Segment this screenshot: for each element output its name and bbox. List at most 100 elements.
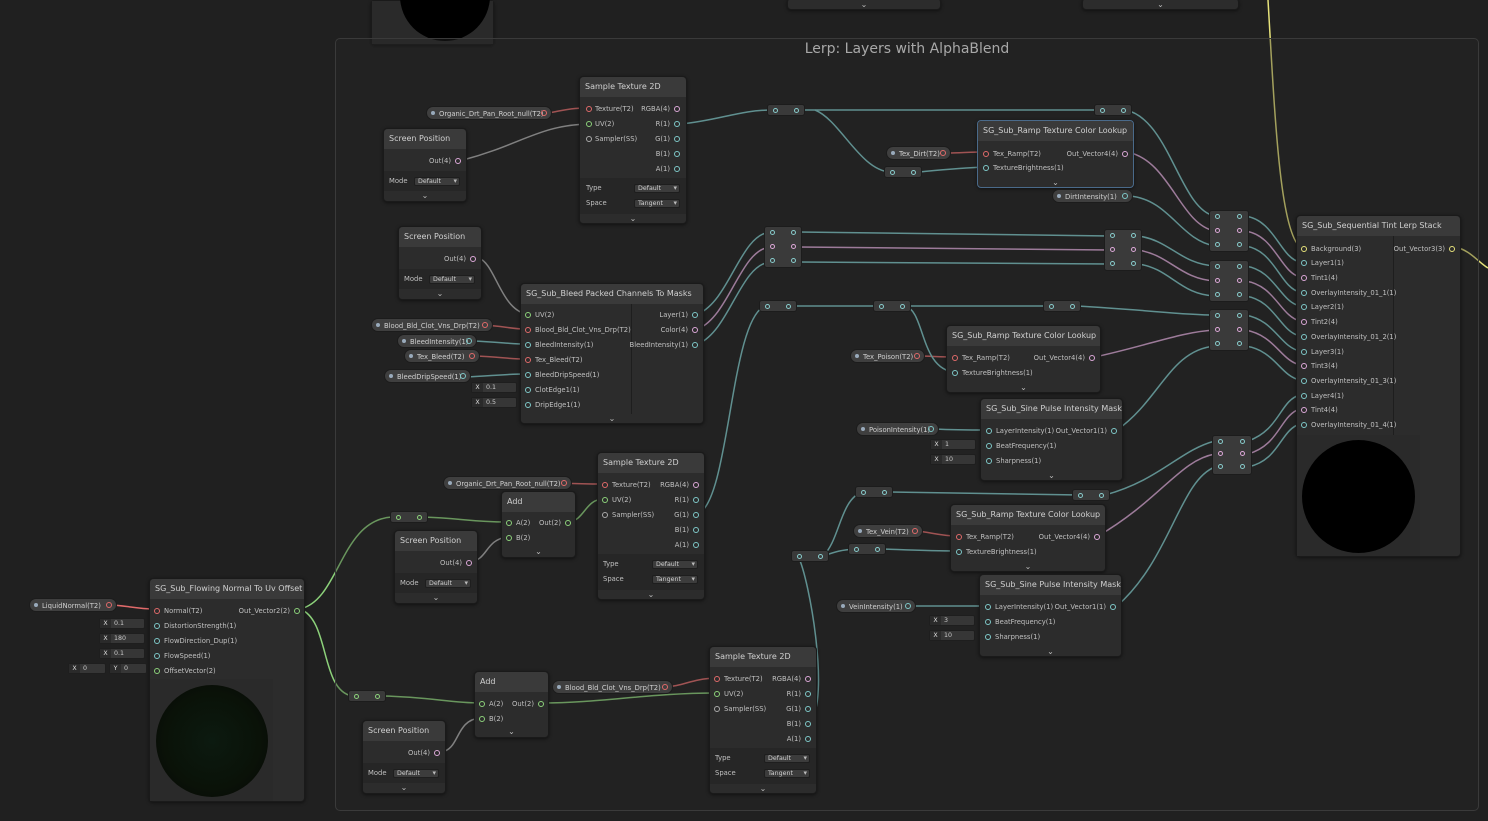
chevron-down-icon[interactable]: ⌄ (981, 471, 1122, 481)
flowing-normal-to-uv-offset-node[interactable]: SG_Sub_Flowing Normal To Uv Offset Norma… (149, 578, 305, 802)
output-port-out-vector3[interactable]: Out_Vector3(3) (1394, 243, 1455, 255)
input-port-a[interactable]: A(2) (479, 698, 503, 710)
chevron-down-icon[interactable]: ⌄ (710, 784, 816, 794)
input-port-sampler[interactable]: Sampler(SS) (602, 509, 654, 521)
property-bleed-drip-speed[interactable]: BleedDripSpeed(1) (384, 369, 471, 383)
input-port-bleed-drip-speed[interactable]: BleedDripSpeed(1) (525, 369, 599, 381)
reroute-node[interactable] (1094, 104, 1132, 116)
ramp-texture-color-lookup-node-2[interactable]: SG_Sub_Ramp Texture Color Lookup Tex_Ram… (946, 325, 1101, 393)
input-port-background[interactable]: Background(3) (1301, 243, 1361, 255)
property-tex-dirt[interactable]: Tex_Dirt(T2) (886, 146, 951, 160)
output-port-b[interactable]: B(1) (675, 524, 699, 536)
input-port-tint4[interactable]: Tint4(4) (1301, 404, 1338, 416)
input-port-bleed-intensity[interactable]: BleedIntensity(1) (525, 339, 593, 351)
input-port-texture[interactable]: Texture(T2) (602, 479, 651, 491)
reroute-node[interactable] (1209, 210, 1249, 252)
input-port-beat-frequency[interactable]: BeatFrequency(1) (985, 616, 1055, 628)
input-port-uv[interactable]: UV(2) (714, 688, 743, 700)
input-port-overlay2[interactable]: OverlayIntensity_01_2(1) (1301, 331, 1396, 343)
input-port-texture[interactable]: Texture(T2) (714, 673, 763, 685)
chevron-down-icon[interactable]: ⌄ (1083, 0, 1238, 10)
input-port-overlay3[interactable]: OverlayIntensity_01_3(1) (1301, 375, 1396, 387)
output-port-out[interactable]: Out(4) (444, 253, 476, 265)
space-dropdown[interactable]: Tangent (764, 769, 810, 778)
property-blood-1[interactable]: Blood_Bld_Clot_Vns_Drp(T2) (371, 318, 493, 332)
input-port-normal[interactable]: Normal(T2) (154, 605, 202, 617)
reroute-node[interactable] (1043, 300, 1081, 312)
output-port-r[interactable]: R(1) (656, 118, 680, 130)
input-port-flow-speed[interactable]: FlowSpeed(1) (154, 650, 210, 662)
input-port-tex-ramp[interactable]: Tex_Ramp(T2) (956, 531, 1014, 543)
chevron-down-icon[interactable]: ⌄ (475, 727, 548, 737)
output-port-b[interactable]: B(1) (656, 148, 680, 160)
mode-dropdown[interactable]: Default (429, 275, 475, 284)
output-port-color[interactable]: Color(4) (661, 324, 698, 336)
type-dropdown[interactable]: Default (764, 754, 810, 763)
input-port-texture-brightness[interactable]: TextureBrightness(1) (983, 162, 1064, 174)
offset-vector-y-field[interactable]: Y0 (109, 663, 147, 674)
chevron-down-icon[interactable]: ⌄ (502, 547, 575, 557)
reroute-node[interactable] (764, 226, 802, 268)
output-port-g[interactable]: G(1) (786, 703, 811, 715)
bleed-packed-channels-node[interactable]: SG_Sub_Bleed Packed Channels To Masks UV… (520, 283, 704, 424)
property-bleed-intensity[interactable]: BleedIntensity(1) (397, 334, 477, 348)
chevron-down-icon[interactable]: ⌄ (980, 647, 1121, 657)
input-port-clot-edge[interactable]: ClotEdge1(1) (525, 384, 580, 396)
output-port-g[interactable]: G(1) (655, 133, 680, 145)
property-organic-2[interactable]: Organic_Drt_Pan_Root_null(T2) (443, 476, 572, 490)
output-port-rgba[interactable]: RGBA(4) (772, 673, 811, 685)
chevron-down-icon[interactable]: ⌄ (384, 191, 466, 201)
input-port-texture-brightness[interactable]: TextureBrightness(1) (956, 546, 1037, 558)
property-liquid-normal[interactable]: LiquidNormal(T2) (29, 598, 117, 612)
screen-position-node-4[interactable]: Screen Position Out(4) Mode Default ⌄ (362, 720, 446, 794)
input-port-blood-texture[interactable]: Blood_Bld_Clot_Vns_Drp(T2) (525, 324, 631, 336)
input-port-layer2[interactable]: Layer2(1) (1301, 301, 1344, 313)
output-port-g[interactable]: G(1) (674, 509, 699, 521)
reroute-node[interactable] (884, 166, 922, 178)
mode-dropdown[interactable]: Default (393, 769, 439, 778)
input-port-texture-brightness[interactable]: TextureBrightness(1) (952, 367, 1033, 379)
reroute-node[interactable] (1072, 489, 1110, 501)
chevron-down-icon[interactable]: ⌄ (395, 593, 477, 603)
chevron-down-icon[interactable]: ⌄ (363, 783, 445, 793)
reroute-node[interactable] (759, 300, 797, 312)
beat-frequency-field-1[interactable]: X1 (930, 439, 976, 450)
output-port-out-vector1[interactable]: Out_Vector1(1) (1055, 601, 1116, 613)
screen-position-node-3[interactable]: Screen Position Out(4) Mode Default ⌄ (394, 530, 478, 604)
input-port-uv[interactable]: UV(2) (525, 309, 554, 321)
offscreen-node-top-mid[interactable]: ⌄ (787, 0, 941, 10)
input-port-tint1[interactable]: Tint1(4) (1301, 272, 1338, 284)
input-port-a[interactable]: A(2) (506, 517, 530, 529)
input-port-uv[interactable]: UV(2) (586, 118, 614, 130)
input-port-sampler[interactable]: Sampler(SS) (586, 133, 637, 145)
output-port-rgba[interactable]: RGBA(4) (641, 103, 680, 115)
input-port-layer3[interactable]: Layer3(1) (1301, 346, 1344, 358)
reroute-node[interactable] (873, 300, 911, 312)
add-node-1[interactable]: Add A(2) B(2) Out(2) ⌄ (501, 491, 576, 558)
chevron-down-icon[interactable]: ⌄ (521, 414, 703, 424)
flow-speed-field[interactable]: X 0.1 (99, 648, 145, 659)
input-port-beat-frequency[interactable]: BeatFrequency(1) (986, 440, 1056, 452)
output-port-out-vector4[interactable]: Out_Vector4(4) (1067, 148, 1128, 160)
chevron-down-icon[interactable]: ⌄ (951, 562, 1105, 572)
input-port-flow-direction[interactable]: FlowDirection_Dup(1) (154, 635, 237, 647)
sample-texture-2d-node-1[interactable]: Sample Texture 2D Texture(T2) UV(2) Samp… (579, 76, 687, 224)
output-port-layer[interactable]: Layer(1) (659, 309, 698, 321)
reroute-node[interactable] (1104, 229, 1142, 271)
output-port-out-vector1[interactable]: Out_Vector1(1) (1056, 425, 1117, 437)
input-port-drip-edge[interactable]: DripEdge1(1) (525, 399, 580, 411)
offset-vector-x-field[interactable]: X0 (68, 663, 106, 674)
property-dirt-intensity[interactable]: DirtIntensity(1) (1052, 189, 1133, 203)
property-vein-intensity[interactable]: VeinIntensity(1) (836, 599, 916, 613)
reroute-node[interactable] (855, 486, 893, 498)
chevron-down-icon[interactable]: ⌄ (788, 0, 940, 10)
input-port-layer4[interactable]: Layer4(1) (1301, 390, 1344, 402)
reroute-node[interactable] (348, 690, 386, 702)
sine-pulse-intensity-mask-node-1[interactable]: SG_Sub_Sine Pulse Intensity Mask LayerIn… (980, 398, 1123, 481)
output-port-out-vector4[interactable]: Out_Vector4(4) (1034, 352, 1095, 364)
screen-position-node-2[interactable]: Screen Position Out(4) Mode Default ⌄ (398, 226, 482, 300)
clot-edge-field[interactable]: X 0.1 (471, 382, 517, 393)
space-dropdown[interactable]: Tangent (634, 199, 680, 208)
output-port-r[interactable]: R(1) (675, 494, 699, 506)
ramp-texture-color-lookup-node-3[interactable]: SG_Sub_Ramp Texture Color Lookup Tex_Ram… (950, 504, 1106, 572)
